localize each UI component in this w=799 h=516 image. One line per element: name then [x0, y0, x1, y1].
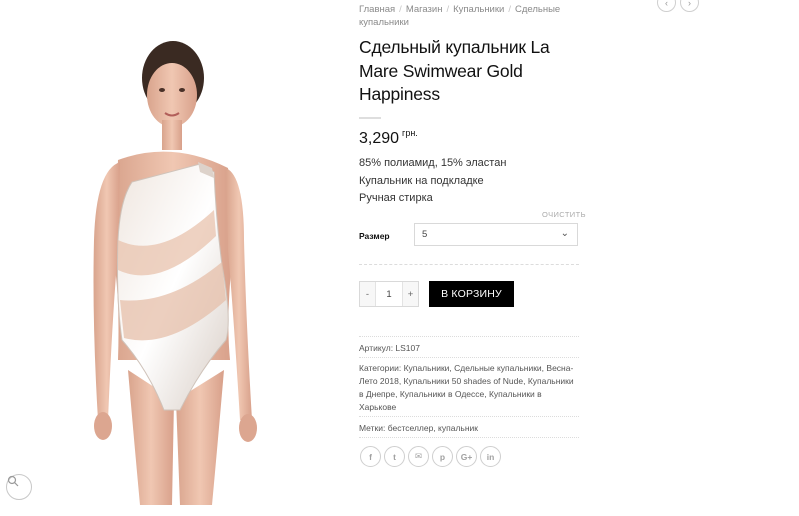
chevron-down-icon: ⌄: [560, 228, 569, 239]
size-select[interactable]: 5 ⌄: [414, 223, 578, 246]
divider: [359, 357, 579, 358]
title-divider: [359, 117, 381, 119]
chevron-right-icon[interactable]: ›: [680, 0, 699, 12]
add-to-cart-button[interactable]: В КОРЗИНУ: [429, 281, 514, 307]
price-amount: 3,290: [359, 130, 400, 147]
price-currency: грн.: [402, 128, 418, 138]
divider: [359, 336, 579, 337]
google-plus-icon[interactable]: G+: [456, 446, 477, 467]
product-price: 3,290 грн.: [359, 128, 418, 148]
breadcrumb: Главная / Магазин / Купальники / Сдельные купа…: [359, 3, 579, 29]
product-title: Сдельный купальник La Mare Swimwear Gold…: [359, 37, 550, 104]
quantity-stepper: - 1 +: [359, 281, 419, 307]
description-line: 85% полиамид, 15% эластан: [359, 157, 507, 169]
divider: [359, 437, 579, 438]
product-categories: Категории: Купальники, Сдельные купальни…: [359, 363, 574, 412]
description-line: Ручная стирка: [359, 192, 433, 204]
twitter-icon[interactable]: t: [384, 446, 405, 467]
chevron-left-icon[interactable]: ‹: [657, 0, 676, 12]
breadcrumb-shop[interactable]: Магазин: [406, 4, 443, 15]
quantity-input[interactable]: 1: [375, 282, 403, 306]
breadcrumb-home[interactable]: Главная: [359, 4, 395, 15]
model-photo: [93, 41, 257, 505]
clear-variations-link[interactable]: ОЧИСТИТЬ: [542, 210, 586, 219]
divider: [359, 264, 579, 265]
breadcrumb-separator: /: [446, 4, 450, 15]
product-tags: Метки: бестселлер, купальник: [359, 423, 478, 433]
breadcrumb-separator: /: [399, 4, 402, 15]
size-select-value: 5: [422, 229, 428, 240]
description-line: Купальник на подкладке: [359, 174, 484, 187]
breadcrumb-swimsuits[interactable]: Купальники: [453, 4, 504, 15]
product-description: 85% полиамид, 15% эластан Купальник на п…: [359, 155, 506, 208]
quantity-plus-button[interactable]: +: [403, 282, 418, 306]
product-sku: Артикул: LS107: [359, 343, 420, 353]
divider: [359, 416, 579, 417]
breadcrumb-separator: /: [508, 4, 511, 15]
zoom-icon[interactable]: [6, 474, 32, 500]
product-image[interactable]: [0, 0, 340, 505]
linkedin-icon[interactable]: in: [480, 446, 501, 467]
facebook-icon[interactable]: f: [360, 446, 381, 467]
share-icons: f t ✉ p G+ in: [360, 446, 501, 467]
quantity-minus-button[interactable]: -: [360, 282, 375, 306]
pinterest-icon[interactable]: p: [432, 446, 453, 467]
email-icon[interactable]: ✉: [408, 446, 429, 467]
product-nav: ‹ ›: [657, 0, 699, 12]
size-label: Размер: [359, 231, 390, 241]
